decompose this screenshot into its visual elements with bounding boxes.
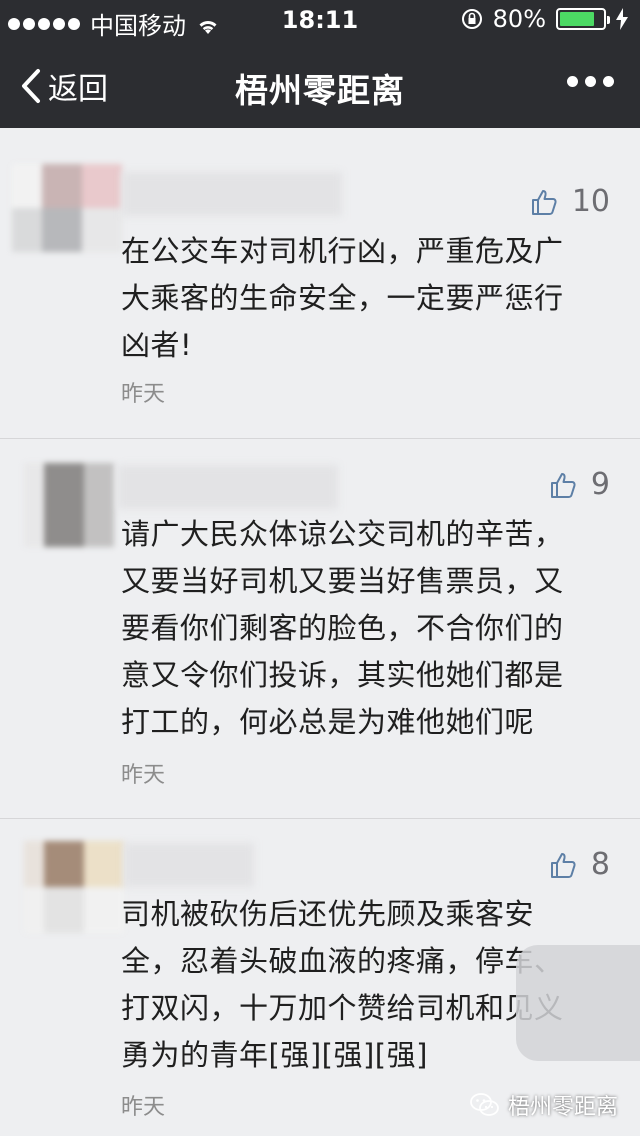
watermark: 梧州零距离 (470, 1089, 618, 1121)
comment-time: 昨天 (121, 382, 166, 407)
avatar (24, 463, 114, 547)
like-count: 9 (590, 467, 610, 502)
comment-line: 打工的，何必总是为难他她们呢 (121, 705, 535, 739)
thumbs-up-icon (531, 189, 557, 215)
wechat-icon (470, 1093, 499, 1116)
comment-line: 大乘客的生命安全，一定要严惩行 (121, 281, 564, 315)
status-bar: 中国移动 18:11 80% (0, 0, 640, 40)
comment-line: 凶者! (121, 328, 193, 362)
like-count: 10 (571, 184, 610, 219)
like-button[interactable]: 10 (530, 184, 610, 219)
comment-line: 司机被砍伤后还优先顾及乘客安 (121, 897, 535, 931)
like-count: 8 (590, 847, 610, 882)
page-title: 梧州零距离 (235, 71, 405, 110)
floating-button[interactable] (516, 945, 640, 1061)
comment-line: 在公交车对司机行凶，严重危及广 (121, 234, 564, 268)
comment-item: 10 在公交车对司机行凶，严重危及广 大乘客的生命安全，一定要严惩行 凶者! 昨… (0, 128, 640, 438)
username (122, 172, 342, 216)
comment-text: 请广大民众体谅公交司机的辛苦， 又要当好司机又要当好售票员，又 要看你们剩客的脸… (121, 511, 611, 746)
comment-text: 在公交车对司机行凶，严重危及广 大乘客的生命安全，一定要严惩行 凶者! (121, 228, 611, 369)
nav-bar: 返回 梧州零距离 (0, 40, 640, 128)
avatar (24, 841, 124, 933)
battery-percent: 80% (492, 5, 546, 33)
thumbs-up-icon (550, 472, 576, 498)
battery-fill (560, 12, 594, 26)
comment-line: 又要当好司机又要当好售票员，又 (121, 564, 564, 598)
comment-line: 请广大民众体谅公交司机的辛苦， (121, 517, 564, 551)
comment-time: 昨天 (121, 763, 166, 788)
username (124, 843, 254, 887)
battery-icon (556, 8, 610, 30)
comment-item: 9 请广大民众体谅公交司机的辛苦， 又要当好司机又要当好售票员，又 要看你们剩客… (0, 439, 640, 829)
thumbs-up-icon (550, 852, 576, 878)
more-icon[interactable] (567, 76, 614, 87)
status-right: 80% (461, 5, 628, 33)
comment-time: 昨天 (121, 1095, 166, 1120)
like-button[interactable]: 8 (549, 847, 610, 882)
watermark-text: 梧州零距离 (507, 1095, 618, 1120)
avatar (12, 164, 122, 252)
username (118, 465, 338, 509)
comment-line: 要看你们剩客的脸色，不合你们的 (121, 611, 564, 645)
like-button[interactable]: 9 (549, 467, 610, 502)
charging-icon (616, 8, 628, 30)
comment-line: 意又令你们投诉，其实他她们都是 (121, 658, 564, 692)
rotation-lock-icon (461, 9, 482, 29)
